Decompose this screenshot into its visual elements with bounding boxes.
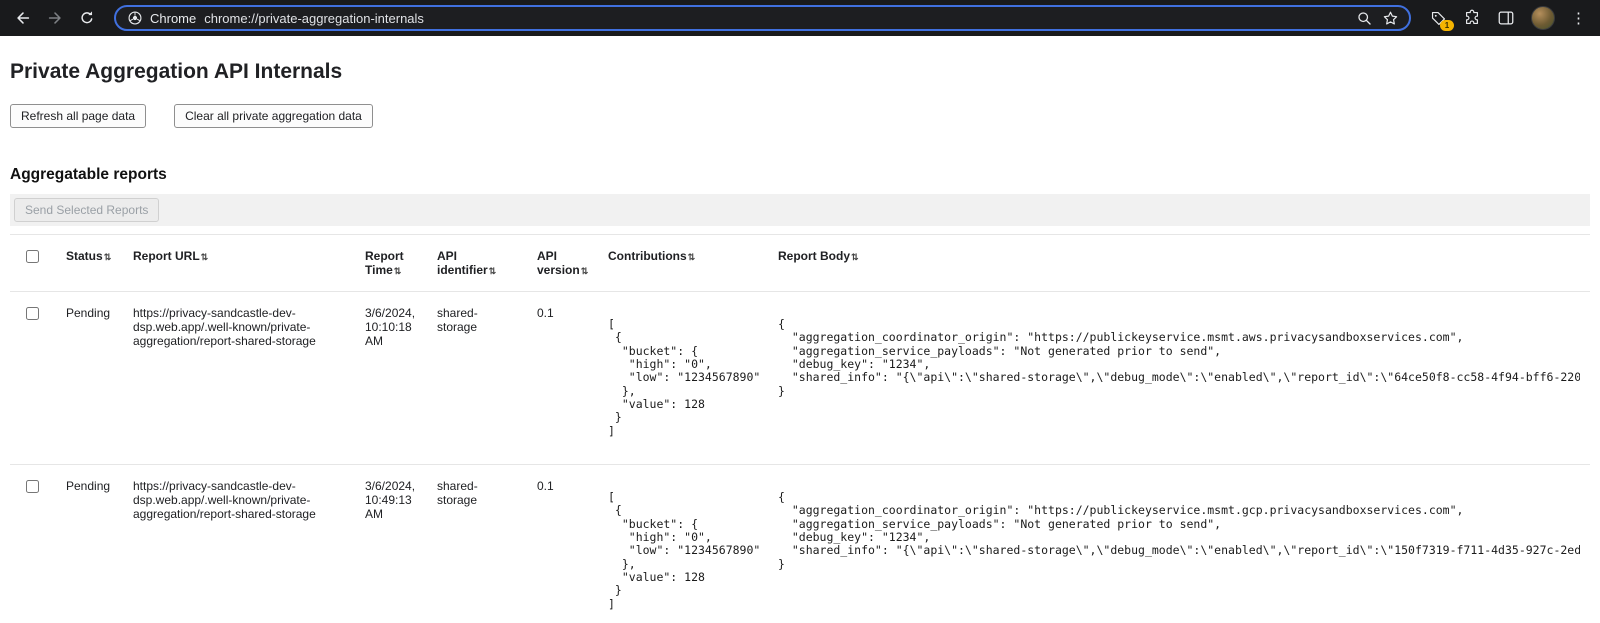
chrome-chip-label: Chrome xyxy=(150,11,196,26)
bookmark-star-icon[interactable] xyxy=(1381,9,1399,27)
contributions-json: [ { "bucket": { "high": "0", "low": "123… xyxy=(608,306,758,438)
sort-icon[interactable]: ⇅ xyxy=(104,252,112,262)
header-report-time[interactable]: Report Time⇅ xyxy=(355,235,427,292)
header-api-version-label: API version xyxy=(537,249,580,277)
header-contributions-label: Contributions xyxy=(608,249,687,263)
header-report-body[interactable]: Report Body⇅ xyxy=(768,235,1590,292)
chrome-site-chip: Chrome xyxy=(126,9,196,27)
extensions-icon[interactable] xyxy=(1463,9,1481,27)
url-text[interactable]: chrome://private-aggregation-internals xyxy=(204,11,424,26)
sort-icon[interactable]: ⇅ xyxy=(489,266,497,276)
reports-toolbar: Send Selected Reports xyxy=(10,194,1590,226)
status-cell: Pending xyxy=(56,292,123,465)
report-url-cell: https://privacy-sandcastle-dev-dsp.web.a… xyxy=(123,292,355,465)
reload-icon[interactable] xyxy=(78,9,96,27)
report-time-cell: 3/6/2024, 10:10:18 AM xyxy=(355,292,427,465)
row-checkbox[interactable] xyxy=(26,480,39,493)
row-checkbox[interactable] xyxy=(26,307,39,320)
zoom-icon[interactable] xyxy=(1355,9,1373,27)
page-content: Private Aggregation API Internals Refres… xyxy=(0,60,1600,623)
table-row: Pending https://privacy-sandcastle-dev-d… xyxy=(10,292,1590,465)
sort-icon[interactable]: ⇅ xyxy=(394,266,402,276)
report-body-cell: { "aggregation_coordinator_origin": "htt… xyxy=(768,464,1590,623)
report-body-json: { "aggregation_coordinator_origin": "htt… xyxy=(778,479,1580,571)
chrome-logo-icon xyxy=(126,9,144,27)
forward-icon[interactable] xyxy=(46,9,64,27)
contributions-cell: [ { "bucket": { "high": "0", "low": "123… xyxy=(598,292,768,465)
report-body-json: { "aggregation_coordinator_origin": "htt… xyxy=(778,306,1580,398)
table-header-row: Status⇅ Report URL⇅ Report Time⇅ API ide… xyxy=(10,235,1590,292)
sort-icon[interactable]: ⇅ xyxy=(688,252,696,262)
select-all-cell xyxy=(10,235,56,292)
menu-icon[interactable]: ⋮ xyxy=(1571,9,1586,27)
send-selected-reports-button[interactable]: Send Selected Reports xyxy=(14,198,159,222)
sort-icon[interactable]: ⇅ xyxy=(851,252,859,262)
page-actions: Refresh all page data Clear all private … xyxy=(10,104,1590,128)
api-version-cell: 0.1 xyxy=(527,464,598,623)
sort-icon[interactable]: ⇅ xyxy=(581,266,589,276)
header-status-label: Status xyxy=(66,249,103,263)
extension-badge: 1 xyxy=(1440,20,1454,31)
table-row: Pending https://privacy-sandcastle-dev-d… xyxy=(10,464,1590,623)
clear-all-button[interactable]: Clear all private aggregation data xyxy=(174,104,373,128)
api-version-cell: 0.1 xyxy=(527,292,598,465)
reports-table: Status⇅ Report URL⇅ Report Time⇅ API ide… xyxy=(10,234,1590,623)
header-report-url-label: Report URL xyxy=(133,249,200,263)
status-cell: Pending xyxy=(56,464,123,623)
profile-avatar[interactable] xyxy=(1531,6,1555,30)
api-identifier-cell: shared-storage xyxy=(427,464,527,623)
toolbar-actions: 1 ⋮ xyxy=(1425,6,1590,30)
row-select-cell xyxy=(10,464,56,623)
report-url-cell: https://privacy-sandcastle-dev-dsp.web.a… xyxy=(123,464,355,623)
sort-icon[interactable]: ⇅ xyxy=(201,252,209,262)
price-tracking-icon[interactable]: 1 xyxy=(1429,9,1447,27)
select-all-checkbox[interactable] xyxy=(26,250,39,263)
nav-icon-group xyxy=(10,9,100,27)
api-identifier-cell: shared-storage xyxy=(427,292,527,465)
section-title: Aggregatable reports xyxy=(10,166,1590,184)
browser-toolbar: Chrome chrome://private-aggregation-inte… xyxy=(0,0,1600,36)
contributions-json: [ { "bucket": { "high": "0", "low": "123… xyxy=(608,479,758,611)
address-bar[interactable]: Chrome chrome://private-aggregation-inte… xyxy=(114,5,1411,31)
report-time-cell: 3/6/2024, 10:49:13 AM xyxy=(355,464,427,623)
header-report-body-label: Report Body xyxy=(778,249,850,263)
back-icon[interactable] xyxy=(14,9,32,27)
side-panel-icon[interactable] xyxy=(1497,9,1515,27)
page-title: Private Aggregation API Internals xyxy=(10,60,1590,84)
refresh-all-button[interactable]: Refresh all page data xyxy=(10,104,146,128)
row-select-cell xyxy=(10,292,56,465)
contributions-cell: [ { "bucket": { "high": "0", "low": "123… xyxy=(598,464,768,623)
header-api-identifier[interactable]: API identifier⇅ xyxy=(427,235,527,292)
header-status[interactable]: Status⇅ xyxy=(56,235,123,292)
header-api-identifier-label: API identifier xyxy=(437,249,488,277)
header-report-url[interactable]: Report URL⇅ xyxy=(123,235,355,292)
header-contributions[interactable]: Contributions⇅ xyxy=(598,235,768,292)
header-api-version[interactable]: API version⇅ xyxy=(527,235,598,292)
report-body-cell: { "aggregation_coordinator_origin": "htt… xyxy=(768,292,1590,465)
